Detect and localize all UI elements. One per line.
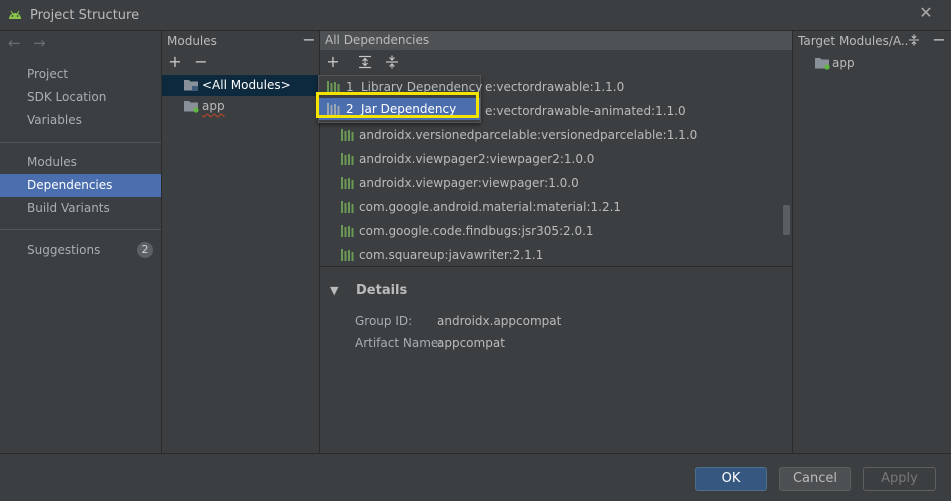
dependency-row[interactable]: androidx.viewpager:viewpager:1.0.0 <box>320 171 782 195</box>
details-title: Details <box>356 283 408 298</box>
sidebar-item-build-variants[interactable]: Build Variants <box>0 197 161 220</box>
suggestions-count-badge: 2 <box>137 242 153 258</box>
group-id-value: androidx.appcompat <box>437 314 562 328</box>
sidebar-item-dependencies[interactable]: Dependencies <box>0 174 161 197</box>
highlight-box <box>316 92 479 118</box>
library-icon <box>341 153 354 165</box>
library-icon <box>341 225 354 237</box>
android-icon <box>9 10 21 19</box>
artifact-name-value: appcompat <box>437 336 505 350</box>
target-module-item-app[interactable]: app <box>793 53 951 74</box>
library-icon <box>341 129 354 141</box>
apply-button[interactable]: Apply <box>863 467 936 491</box>
dependency-label: com.squareup:javawriter:2.1.1 <box>359 248 544 262</box>
dependency-row[interactable]: com.google.android.material:material:1.2… <box>320 195 782 219</box>
ok-button[interactable]: OK <box>695 467 767 491</box>
minimize-icon[interactable]: − <box>931 32 947 48</box>
modules-panel: Modules − + − <All Modules> app <box>162 31 319 453</box>
dependency-label: androidx.versionedparcelable:versionedpa… <box>359 128 698 142</box>
dependency-label: androidx.viewpager:viewpager:1.0.0 <box>359 176 579 190</box>
divider <box>0 142 161 143</box>
dependency-label: com.google.code.findbugs:jsr305:2.0.1 <box>359 224 594 238</box>
dependency-label: com.google.android.material:material:1.2… <box>359 200 622 214</box>
sidebar-item-project[interactable]: Project <box>0 63 161 86</box>
dependency-label: androidx.viewpager2:viewpager2:1.0.0 <box>359 152 595 166</box>
collapse-all-icon[interactable] <box>908 34 920 46</box>
modules-folder-icon <box>184 80 198 91</box>
sidebar-item-variables[interactable]: Variables <box>0 109 161 132</box>
group-id-label: Group ID: <box>355 314 413 328</box>
minimize-icon[interactable]: − <box>301 32 317 48</box>
expand-all-icon[interactable] <box>358 55 372 69</box>
artifact-name-label: Artifact Name: <box>355 336 443 350</box>
dependencies-panel-header: All Dependencies <box>320 31 792 50</box>
library-icon <box>341 201 354 213</box>
sidebar-item-sdk-location[interactable]: SDK Location <box>0 86 161 109</box>
sidebar-nav: ← → Project SDK Location Variables Modul… <box>0 31 161 453</box>
module-folder-icon <box>184 101 199 113</box>
sidebar-item-modules[interactable]: Modules <box>0 151 161 174</box>
collapse-details-icon[interactable]: ▼ <box>330 284 338 297</box>
dependencies-panel: All Dependencies + e:vectordrawable:1.1.… <box>316 31 792 453</box>
title-bar: Project Structure ✕ <box>0 0 951 30</box>
module-item-label: <All Modules> <box>202 78 291 92</box>
target-module-label: app <box>832 56 855 70</box>
target-modules-title: Target Modules/A... <box>798 34 908 48</box>
divider <box>0 229 161 230</box>
module-item-label: app <box>202 99 225 113</box>
target-modules-panel: Target Modules/A... − app <box>793 31 951 453</box>
remove-module-icon[interactable]: − <box>193 54 209 70</box>
dependency-label: e:vectordrawable:1.1.0 <box>485 80 625 94</box>
library-icon <box>341 177 354 189</box>
arrow-right-icon[interactable]: → <box>33 35 49 51</box>
module-item-app[interactable]: app <box>162 96 319 117</box>
scrollbar-thumb[interactable] <box>783 205 790 235</box>
collapse-all-icon[interactable] <box>385 55 399 69</box>
divider <box>0 453 951 454</box>
dependency-label: e:vectordrawable-animated:1.1.0 <box>485 104 686 118</box>
cancel-button[interactable]: Cancel <box>779 467 851 491</box>
module-folder-icon <box>815 58 830 70</box>
window-title: Project Structure <box>30 8 140 23</box>
arrow-left-icon[interactable]: ← <box>8 35 24 51</box>
library-icon <box>341 249 354 261</box>
dependencies-panel-title: All Dependencies <box>325 33 430 47</box>
dependency-row[interactable]: androidx.versionedparcelable:versionedpa… <box>320 123 782 147</box>
module-item-all-modules[interactable]: <All Modules> <box>162 75 319 96</box>
dependency-row[interactable]: com.squareup:javawriter:2.1.1 <box>320 243 782 267</box>
add-dependency-icon[interactable]: + <box>325 54 341 70</box>
divider <box>320 266 792 267</box>
dependency-row[interactable]: androidx.viewpager2:viewpager2:1.0.0 <box>320 147 782 171</box>
close-icon[interactable]: ✕ <box>918 5 934 21</box>
add-module-icon[interactable]: + <box>167 54 183 70</box>
modules-panel-title: Modules <box>167 34 217 48</box>
dependency-row[interactable]: com.google.code.findbugs:jsr305:2.0.1 <box>320 219 782 243</box>
